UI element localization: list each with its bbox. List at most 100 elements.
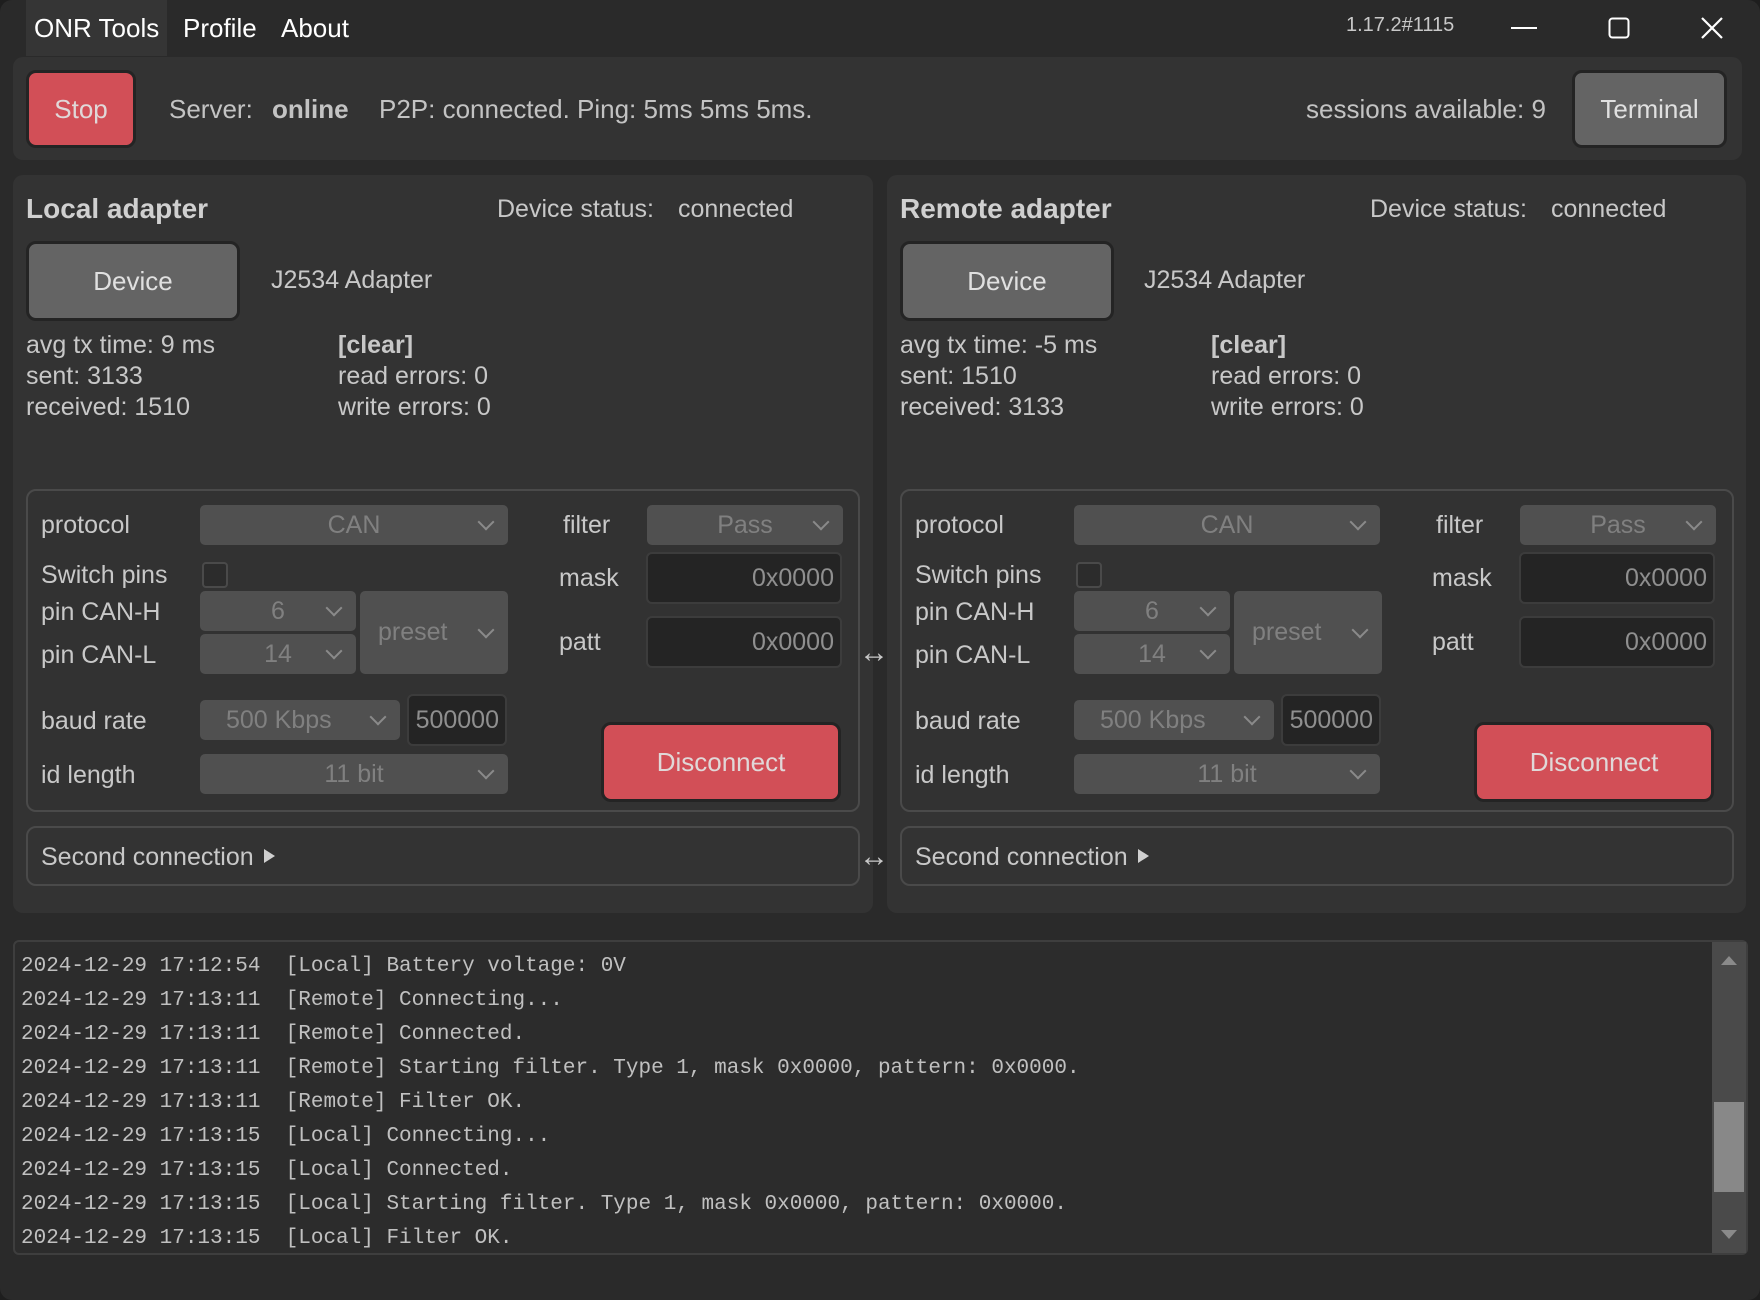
menu-about[interactable]: About — [273, 0, 357, 56]
chevron-down-icon — [325, 642, 343, 660]
remote-protocol-select[interactable]: CAN — [1074, 505, 1380, 545]
log-line: 2024-12-29 17:13:11 [Remote] Starting fi… — [21, 1057, 1080, 1080]
log-scrollbar[interactable] — [1712, 942, 1746, 1253]
expand-triangle-icon — [263, 849, 275, 863]
remote-filter-value: Pass — [1590, 510, 1646, 539]
local-device-name: J2534 Adapter — [271, 266, 433, 294]
remote-read-errors: read errors: 0 — [1211, 362, 1362, 390]
close-button[interactable] — [1682, 0, 1742, 56]
local-patt-input[interactable]: 0x0000 — [646, 616, 842, 668]
local-second-connection-label: Second connection — [41, 843, 275, 872]
remote-protocol-value: CAN — [1200, 510, 1254, 539]
chevron-down-icon — [325, 599, 343, 617]
local-pin-l-select[interactable]: 14 — [200, 634, 356, 674]
remote-second-connection-label: Second connection — [915, 843, 1149, 872]
local-stats: avg tx time: 9 ms sent: 3133 received: 1… — [26, 330, 215, 423]
remote-switch-pins-checkbox[interactable] — [1076, 562, 1102, 588]
remote-device-button[interactable]: Device — [900, 241, 1114, 321]
remote-preset-value: preset — [1252, 618, 1322, 646]
local-mask-input[interactable]: 0x0000 — [646, 552, 842, 604]
remote-idlen-select[interactable]: 11 bit — [1074, 754, 1380, 794]
remote-stats: avg tx time: -5 ms sent: 1510 received: … — [900, 330, 1097, 423]
local-baud-select[interactable]: 500 Kbps — [200, 700, 400, 740]
remote-clear-link[interactable]: [clear] — [1211, 330, 1364, 361]
local-preset-select[interactable]: preset — [360, 591, 508, 674]
local-idlen-label: id length — [41, 761, 136, 789]
p2p-status: P2P: connected. Ping: 5ms 5ms 5ms. — [379, 94, 813, 124]
scroll-down-icon[interactable] — [1721, 1230, 1737, 1239]
stop-button[interactable]: Stop — [26, 70, 136, 148]
remote-errors: [clear] read errors: 0 write errors: 0 — [1211, 330, 1364, 423]
local-switch-pins-checkbox[interactable] — [202, 562, 228, 588]
local-adapter-panel: Local adapter Device status: connected D… — [13, 175, 873, 913]
chevron-down-icon — [1199, 599, 1217, 617]
local-filter-select[interactable]: Pass — [647, 505, 843, 545]
remote-mask-label: mask — [1432, 564, 1492, 592]
server-status: online — [272, 94, 349, 124]
remote-idlen-label: id length — [915, 761, 1010, 789]
local-protocol-label: protocol — [41, 511, 130, 539]
chevron-down-icon — [1199, 642, 1217, 660]
remote-device-status-value: connected — [1551, 195, 1667, 223]
local-device-button[interactable]: Device — [26, 241, 240, 321]
log-line: 2024-12-29 17:13:15 [Local] Connecting..… — [21, 1125, 551, 1148]
remote-pin-h-select[interactable]: 6 — [1074, 591, 1230, 631]
chevron-down-icon — [1349, 762, 1367, 780]
local-sent: sent: 3133 — [26, 362, 143, 390]
local-clear-link[interactable]: [clear] — [338, 330, 491, 361]
remote-baud-select[interactable]: 500 Kbps — [1074, 700, 1274, 740]
log-line: 2024-12-29 17:13:15 [Local] Filter OK. — [21, 1227, 513, 1250]
remote-sent: sent: 1510 — [900, 362, 1017, 390]
local-filter-label: filter — [563, 511, 611, 539]
remote-filter-label: filter — [1436, 511, 1484, 539]
connection-bar: Stop Server: online P2P: connected. Ping… — [13, 57, 1742, 160]
remote-disconnect-button[interactable]: Disconnect — [1474, 722, 1714, 802]
chevron-down-icon — [477, 762, 495, 780]
local-protocol-value: CAN — [327, 510, 381, 539]
local-device-status-value: connected — [678, 195, 794, 223]
remote-patt-input[interactable]: 0x0000 — [1519, 616, 1715, 668]
remote-filter-select[interactable]: Pass — [1520, 505, 1716, 545]
chevron-down-icon — [1349, 513, 1367, 531]
remote-second-connection[interactable]: Second connection — [900, 826, 1734, 886]
local-idlen-select[interactable]: 11 bit — [200, 754, 508, 794]
local-pin-l-label: pin CAN-L — [41, 641, 157, 669]
menu-profile[interactable]: Profile — [175, 0, 265, 56]
remote-pin-l-select[interactable]: 14 — [1074, 634, 1230, 674]
remote-mask-input[interactable]: 0x0000 — [1519, 552, 1715, 604]
link-arrow-icon: ↔ — [859, 636, 889, 669]
remote-adapter-panel: Remote adapter Device status: connected … — [887, 175, 1746, 913]
chevron-down-icon — [1243, 708, 1261, 726]
log-output[interactable]: 2024-12-29 17:12:54 [Local] Battery volt… — [13, 940, 1748, 1255]
local-adapter-title: Local adapter — [26, 193, 209, 224]
local-config-box: protocol CAN Switch pins pin CAN-H 6 pin… — [26, 489, 860, 812]
remote-pin-h-label: pin CAN-H — [915, 598, 1035, 626]
local-baud-input[interactable]: 500000 — [407, 694, 507, 746]
local-pin-h-value: 6 — [271, 596, 285, 625]
remote-preset-select[interactable]: preset — [1234, 591, 1382, 674]
chevron-down-icon — [477, 621, 495, 638]
terminal-button[interactable]: Terminal — [1572, 70, 1727, 148]
remote-write-errors: write errors: 0 — [1211, 393, 1364, 421]
local-pin-h-select[interactable]: 6 — [200, 591, 356, 631]
local-disconnect-button[interactable]: Disconnect — [601, 722, 841, 802]
local-protocol-select[interactable]: CAN — [200, 505, 508, 545]
log-lines: 2024-12-29 17:12:54 [Local] Battery volt… — [21, 950, 1080, 1256]
local-second-connection[interactable]: Second connection — [26, 826, 860, 886]
local-preset-value: preset — [378, 618, 448, 646]
maximize-button[interactable] — [1589, 0, 1649, 56]
local-avg-tx: avg tx time: 9 ms — [26, 331, 215, 359]
scrollbar-thumb[interactable] — [1714, 1101, 1744, 1192]
remote-baud-input[interactable]: 500000 — [1281, 694, 1381, 746]
log-line: 2024-12-29 17:13:11 [Remote] Filter OK. — [21, 1091, 526, 1114]
log-line: 2024-12-29 17:12:54 [Local] Battery volt… — [21, 955, 626, 978]
log-line: 2024-12-29 17:13:15 [Local] Starting fil… — [21, 1193, 1067, 1216]
local-pin-l-value: 14 — [264, 639, 292, 668]
scroll-up-icon[interactable] — [1721, 956, 1737, 965]
remote-pin-l-label: pin CAN-L — [915, 641, 1031, 669]
remote-protocol-label: protocol — [915, 511, 1004, 539]
remote-pin-l-value: 14 — [1138, 639, 1166, 668]
menu-onr-tools[interactable]: ONR Tools — [26, 0, 168, 56]
minimize-button[interactable] — [1494, 0, 1554, 56]
sessions-available: sessions available: 9 — [1306, 94, 1546, 124]
